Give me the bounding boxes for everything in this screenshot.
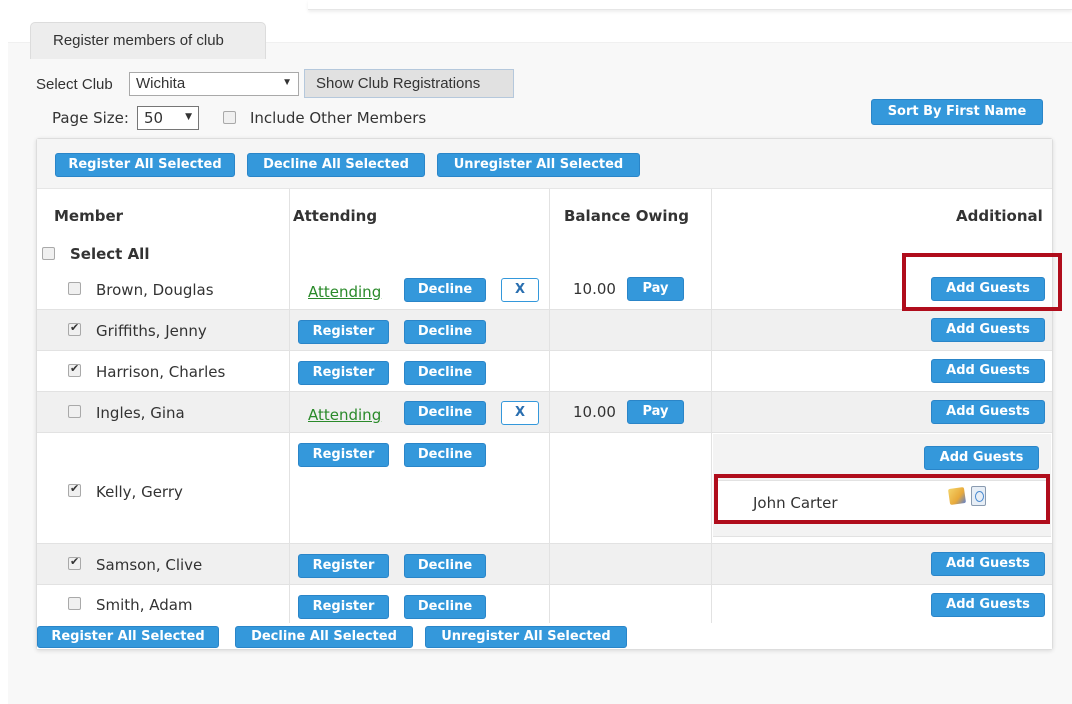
member-name: Smith, Adam xyxy=(96,596,193,614)
pay-button[interactable]: Pay xyxy=(627,400,684,424)
add-guests-button[interactable]: Add Guests xyxy=(931,359,1045,383)
row-divider xyxy=(37,432,1052,433)
include-other-members-checkbox[interactable] xyxy=(223,111,236,124)
register-all-selected-button-bottom[interactable]: Register All Selected xyxy=(37,626,219,648)
row-checkbox[interactable] xyxy=(68,597,81,610)
column-header-member: Member xyxy=(54,207,124,225)
dropdown-arrow-icon: ▼ xyxy=(282,77,292,88)
column-header-balance: Balance Owing xyxy=(564,207,689,225)
row-checkbox[interactable] xyxy=(68,405,81,418)
row-divider xyxy=(37,309,1052,310)
register-button[interactable]: Register xyxy=(298,361,389,385)
column-divider xyxy=(711,189,712,623)
register-button[interactable]: Register xyxy=(298,595,389,619)
decline-button[interactable]: Decline xyxy=(404,554,486,578)
member-name: Griffiths, Jenny xyxy=(96,322,207,340)
row-divider xyxy=(37,391,1052,392)
balance-value: 10.00 xyxy=(573,403,616,421)
sort-by-first-name-button[interactable]: Sort By First Name xyxy=(871,99,1043,125)
table-row xyxy=(37,392,1052,432)
attending-link[interactable]: Attending xyxy=(308,406,381,424)
decline-button[interactable]: Decline xyxy=(404,401,486,425)
club-select-value: Wichita xyxy=(136,75,186,92)
page-size-label: Page Size: xyxy=(52,109,129,127)
unregister-all-selected-button-bottom[interactable]: Unregister All Selected xyxy=(425,626,627,648)
include-other-members-label: Include Other Members xyxy=(250,109,427,127)
add-guests-button[interactable]: Add Guests xyxy=(931,400,1045,424)
add-guests-button[interactable]: Add Guests xyxy=(924,446,1039,470)
member-name: Brown, Douglas xyxy=(96,281,214,299)
show-club-registrations-button[interactable]: Show Club Registrations xyxy=(304,69,514,98)
decline-button[interactable]: Decline xyxy=(404,595,486,619)
register-all-selected-button[interactable]: Register All Selected xyxy=(55,153,235,177)
pay-button[interactable]: Pay xyxy=(627,277,684,301)
decline-button[interactable]: Decline xyxy=(404,361,486,385)
member-name: Samson, Clive xyxy=(96,556,203,574)
member-name: Ingles, Gina xyxy=(96,404,185,422)
row-divider xyxy=(37,350,1052,351)
page-size-value: 50 xyxy=(144,109,164,127)
select-club-label: Select Club xyxy=(36,76,113,93)
add-guests-button[interactable]: Add Guests xyxy=(931,593,1045,617)
grid-toolbar: Register All Selected Decline All Select… xyxy=(37,139,1052,189)
page-size-select[interactable]: 50 ▼ xyxy=(137,106,199,130)
select-all-label: Select All xyxy=(70,245,150,263)
column-divider xyxy=(289,189,290,623)
row-checkbox[interactable] xyxy=(68,282,81,295)
highlight-guest-row xyxy=(714,474,1050,524)
highlight-add-guests xyxy=(902,253,1062,311)
select-all-checkbox[interactable] xyxy=(42,247,55,260)
row-checkbox[interactable] xyxy=(68,555,81,570)
row-divider xyxy=(37,584,1052,585)
member-name: Harrison, Charles xyxy=(96,363,226,381)
unregister-x-button[interactable]: X xyxy=(501,278,539,302)
register-button[interactable]: Register xyxy=(298,554,389,578)
balance-value: 10.00 xyxy=(573,280,616,298)
decline-all-selected-button[interactable]: Decline All Selected xyxy=(247,153,425,177)
unregister-all-selected-button[interactable]: Unregister All Selected xyxy=(437,153,640,177)
column-divider xyxy=(549,189,550,623)
top-strip xyxy=(308,0,1072,10)
attending-link[interactable]: Attending xyxy=(308,283,381,301)
member-name: Kelly, Gerry xyxy=(96,483,183,501)
registration-grid: Register All Selected Decline All Select… xyxy=(36,138,1053,650)
tab-register-members[interactable]: Register members of club xyxy=(30,22,266,59)
decline-button[interactable]: Decline xyxy=(404,320,486,344)
row-divider xyxy=(37,543,1052,544)
club-select[interactable]: Wichita ▼ xyxy=(129,72,299,96)
register-button[interactable]: Register xyxy=(298,443,389,467)
add-guests-button[interactable]: Add Guests xyxy=(931,318,1045,342)
unregister-x-button[interactable]: X xyxy=(501,401,539,425)
column-header-additional: Additional xyxy=(956,207,1043,225)
column-header-attending: Attending xyxy=(293,207,378,225)
dropdown-arrow-icon: ▼ xyxy=(185,112,192,122)
add-guests-button[interactable]: Add Guests xyxy=(931,552,1045,576)
decline-all-selected-button-bottom[interactable]: Decline All Selected xyxy=(235,626,413,648)
row-checkbox[interactable] xyxy=(68,362,81,377)
decline-button[interactable]: Decline xyxy=(404,278,486,302)
register-button[interactable]: Register xyxy=(298,320,389,344)
row-checkbox[interactable] xyxy=(68,482,81,497)
decline-button[interactable]: Decline xyxy=(404,443,486,467)
row-checkbox[interactable] xyxy=(68,321,81,336)
